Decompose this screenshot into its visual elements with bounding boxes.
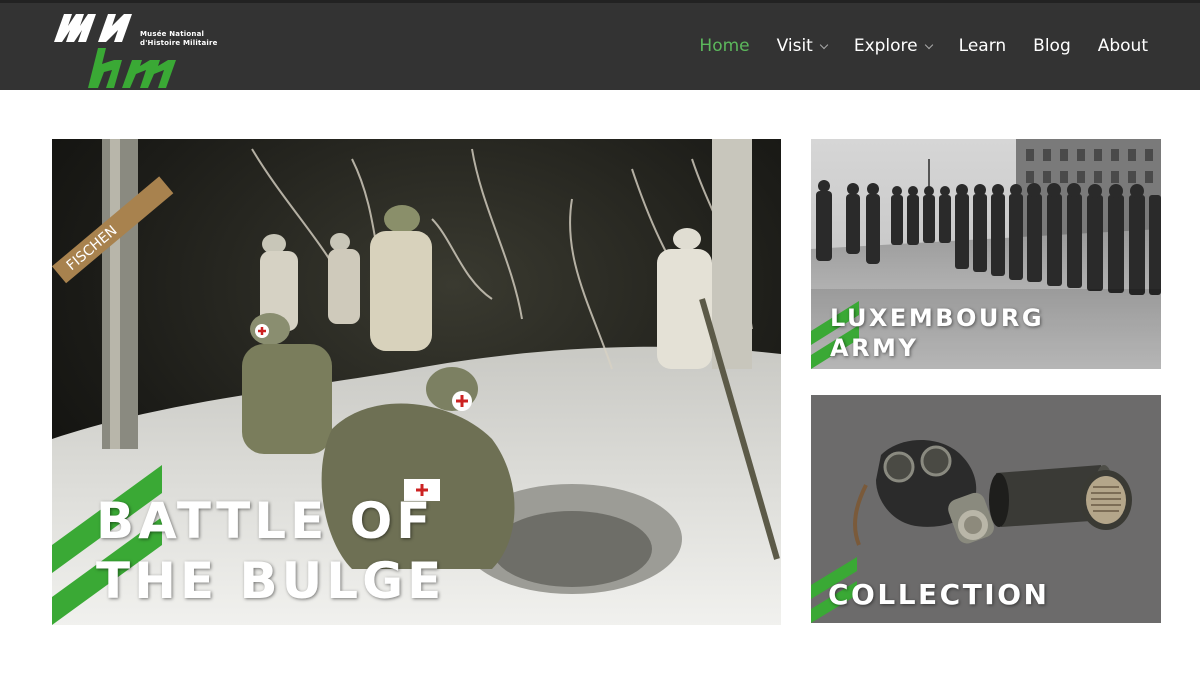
nav-visit[interactable]: Visit (776, 36, 829, 56)
title-line-2: ARMY (830, 334, 919, 362)
logo-line-2: d'Histoire Militaire (140, 39, 218, 47)
title-line-2: THE BULGE (96, 552, 446, 610)
nav-about[interactable]: About (1098, 36, 1148, 56)
title-line-1: BATTLE OF (96, 492, 435, 550)
site-header: Musée National d'Histoire Militaire Home… (0, 0, 1200, 90)
nav-home[interactable]: Home (699, 36, 749, 56)
nav-visit-label: Visit (776, 36, 813, 56)
chevron-down-icon (924, 40, 933, 50)
logo-text: Musée National d'Histoire Militaire (140, 30, 218, 48)
title-line-1: LUXEMBOURG (830, 304, 1045, 332)
nav-blog-label: Blog (1033, 36, 1071, 56)
logo-mark-icon (54, 14, 176, 88)
collection-tile[interactable]: COLLECTION (811, 395, 1161, 623)
main-nav: Home Visit Explore Learn Blog About (672, 36, 1148, 56)
luxembourg-army-title: LUXEMBOURG ARMY (830, 303, 1044, 363)
nav-learn-label: Learn (958, 36, 1007, 56)
nav-home-label: Home (699, 36, 750, 56)
nav-explore[interactable]: Explore (853, 36, 933, 56)
nav-learn[interactable]: Learn (959, 36, 1007, 56)
battle-of-the-bulge-title: BATTLE OF THE BULGE (96, 491, 445, 611)
luxembourg-army-tile[interactable]: LUXEMBOURG ARMY (811, 139, 1161, 369)
collection-title: COLLECTION (828, 578, 1050, 611)
nav-explore-label: Explore (853, 36, 918, 56)
nav-about-label: About (1097, 36, 1148, 56)
chevron-down-icon (819, 40, 829, 50)
battle-of-the-bulge-tile[interactable]: FISCHEN BATTLE OF THE BULGE (52, 139, 781, 625)
museum-logo[interactable]: Musée National d'Histoire Militaire (54, 10, 224, 90)
logo-line-1: Musée National (140, 30, 205, 38)
nav-blog[interactable]: Blog (1033, 36, 1071, 56)
